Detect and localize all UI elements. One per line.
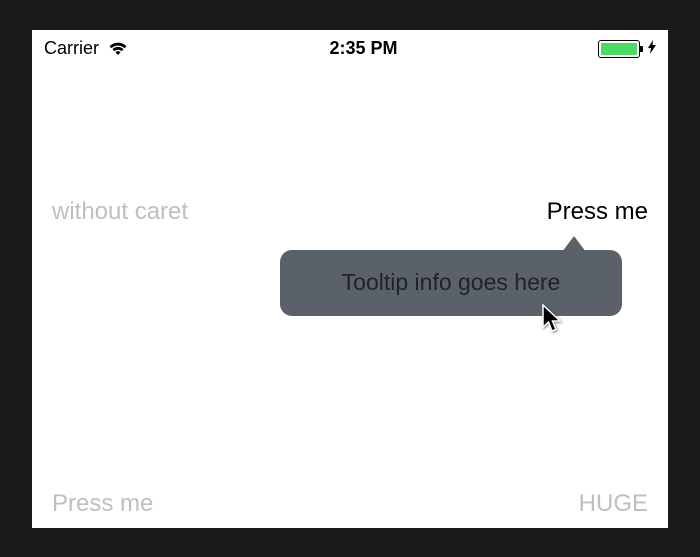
status-time: 2:35 PM xyxy=(329,38,397,59)
huge-button[interactable]: HUGE xyxy=(579,490,648,518)
row-2: Press me HUGE xyxy=(32,490,668,518)
status-right xyxy=(598,40,656,58)
battery-fill xyxy=(601,43,637,55)
carrier-label: Carrier xyxy=(44,38,99,59)
status-bar: Carrier 2:35 PM xyxy=(32,30,668,68)
wifi-icon xyxy=(107,41,129,57)
press-me-button-bottom[interactable]: Press me xyxy=(52,490,153,518)
tooltip-text: Tooltip info goes here xyxy=(342,269,561,296)
battery-icon xyxy=(598,40,640,58)
press-me-button-top[interactable]: Press me xyxy=(547,198,648,226)
charging-icon xyxy=(648,40,656,57)
tooltip: Tooltip info goes here xyxy=(280,250,622,316)
without-caret-label: without caret xyxy=(52,198,188,226)
row-1: without caret Press me xyxy=(32,198,668,226)
phone-screen: Carrier 2:35 PM without caret Press me xyxy=(32,30,668,528)
status-left: Carrier xyxy=(44,38,129,59)
content-area: without caret Press me Tooltip info goes… xyxy=(32,68,668,528)
